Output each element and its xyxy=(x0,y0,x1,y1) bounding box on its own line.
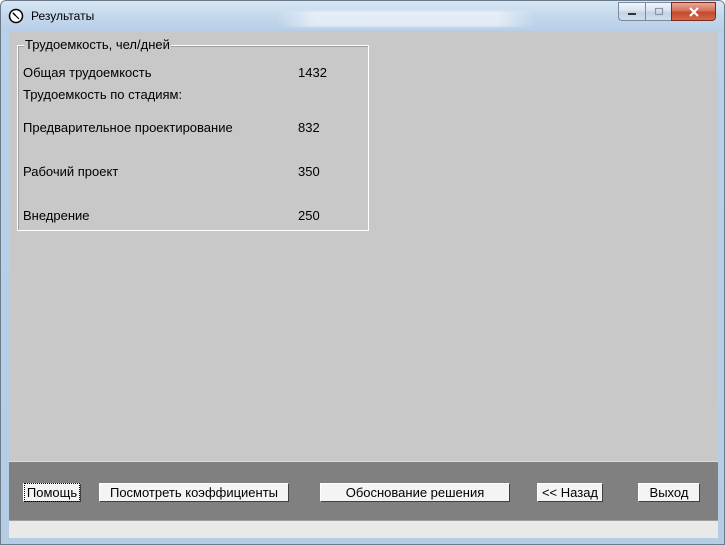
help-button[interactable]: Помощь xyxy=(23,483,81,502)
justification-button[interactable]: Обоснование решения xyxy=(320,483,510,502)
close-button[interactable] xyxy=(671,2,716,21)
button-panel: Помощь Посмотреть коэффициенты Обоснован… xyxy=(9,461,718,520)
total-labor-value: 1432 xyxy=(298,65,327,80)
background-window-title-glow xyxy=(276,11,536,27)
maximize-icon xyxy=(654,7,663,15)
minimize-icon xyxy=(628,12,636,15)
groupbox-title: Трудоемкость, чел/дней xyxy=(24,37,171,52)
stage-label-working: Рабочий проект xyxy=(23,164,119,179)
total-labor-label: Общая трудоемкость xyxy=(23,65,152,80)
clock-icon[interactable] xyxy=(8,8,24,24)
exit-button[interactable]: Выход xyxy=(638,483,700,502)
window-title: Результаты xyxy=(31,9,95,23)
labor-groupbox: Трудоемкость, чел/дней Общая трудоемкост… xyxy=(17,37,369,231)
caption-buttons xyxy=(618,2,716,21)
stage-label-preliminary: Предварительное проектирование xyxy=(23,120,233,135)
stage-value-working: 350 xyxy=(298,164,320,179)
view-coefficients-button[interactable]: Посмотреть коэффициенты xyxy=(99,483,289,502)
back-button[interactable]: << Назад xyxy=(537,483,603,502)
stage-label-implementation: Внедрение xyxy=(23,208,90,223)
stage-value-preliminary: 832 xyxy=(298,120,320,135)
results-window: Результаты Трудоемкость, чел/дней Общая … xyxy=(0,0,725,545)
status-bar xyxy=(9,520,718,538)
client-area: Трудоемкость, чел/дней Общая трудоемкост… xyxy=(9,31,718,538)
title-bar[interactable]: Результаты xyxy=(1,1,724,31)
stages-heading: Трудоемкость по стадиям: xyxy=(23,87,183,102)
close-icon xyxy=(688,6,699,17)
help-button-label: Помощь xyxy=(23,483,81,502)
stage-value-implementation: 250 xyxy=(298,208,320,223)
minimize-button[interactable] xyxy=(618,2,645,21)
maximize-button[interactable] xyxy=(645,2,671,21)
